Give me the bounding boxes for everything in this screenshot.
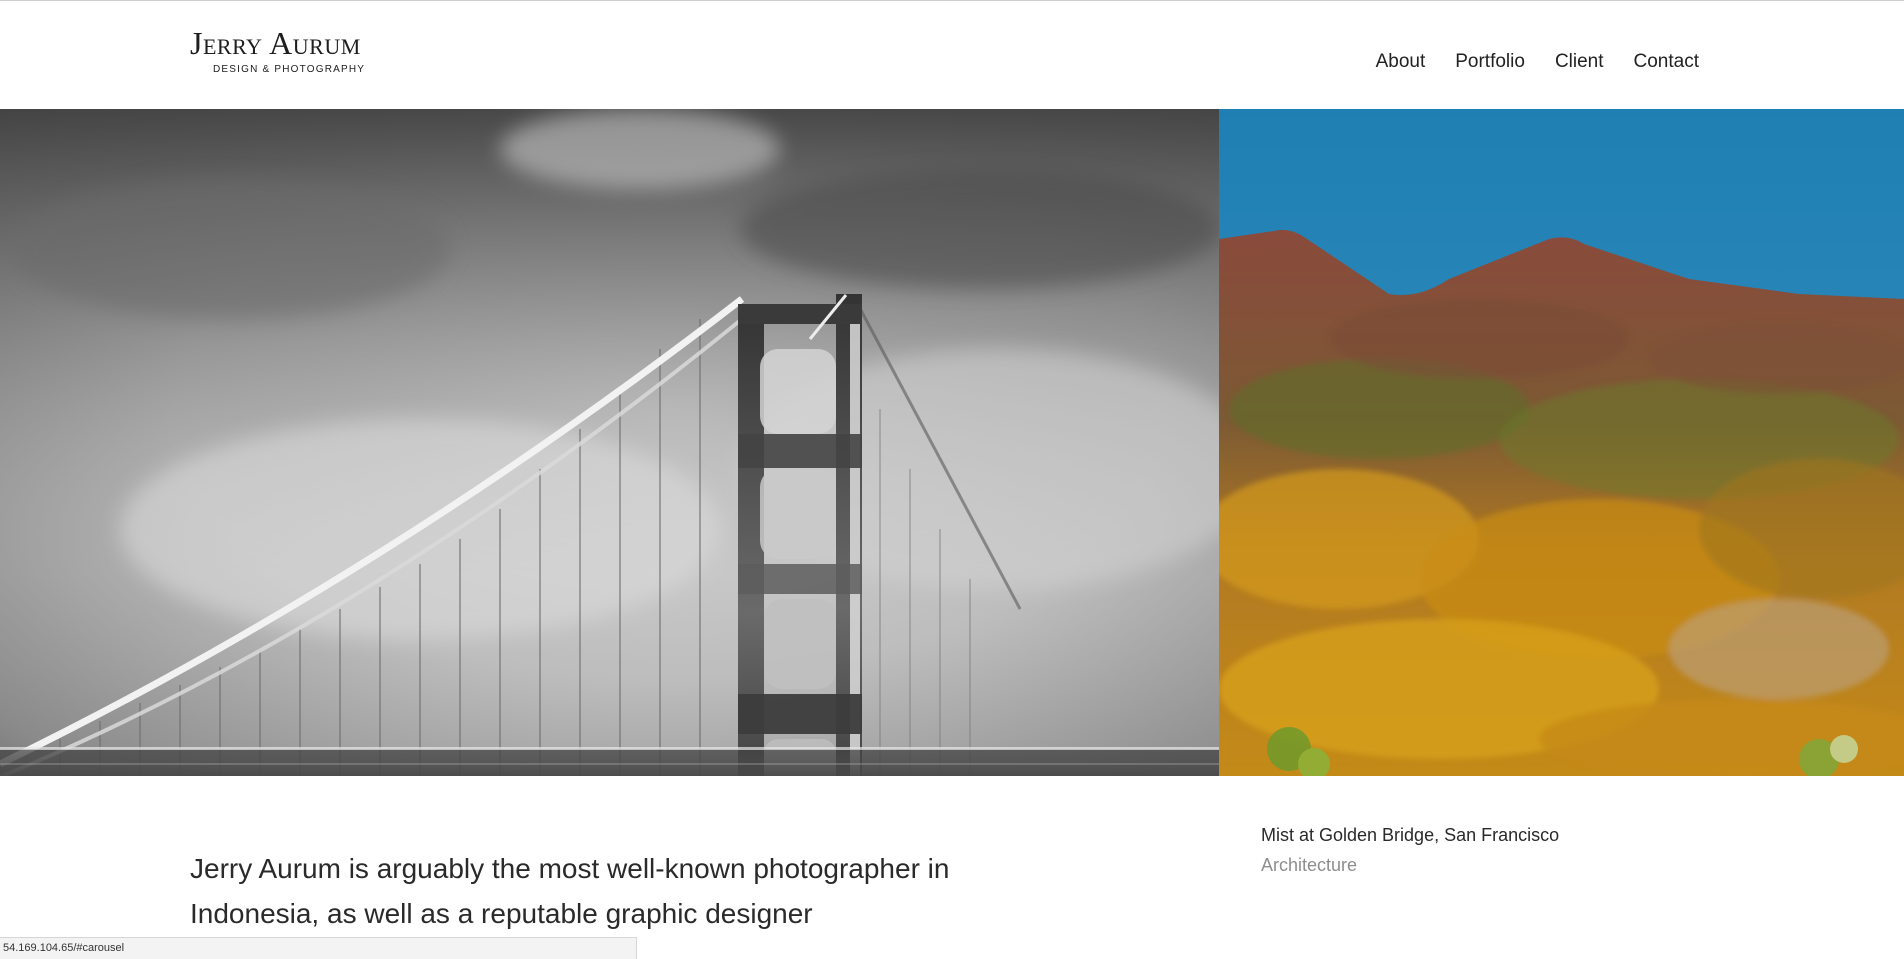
caption-category[interactable]: Architecture <box>1261 850 1681 880</box>
site-logo[interactable]: Jerry Aurum DESIGN & PHOTOGRAPHY <box>190 25 400 76</box>
carousel-slide-bridge[interactable] <box>0 109 1219 776</box>
logo-name: Jerry Aurum <box>190 25 361 61</box>
nav-about[interactable]: About <box>1376 50 1426 74</box>
intro-tagline: Jerry Aurum is arguably the most well-kn… <box>190 853 950 929</box>
nav-portfolio[interactable]: Portfolio <box>1455 50 1525 74</box>
slide-caption: Mist at Golden Bridge, San Francisco Arc… <box>1261 820 1681 880</box>
site-header: Jerry Aurum DESIGN & PHOTOGRAPHY About P… <box>0 1 1904 109</box>
browser-status-bar: 54.169.104.65/#carousel <box>0 937 637 959</box>
logo-tagline: DESIGN & PHOTOGRAPHY <box>213 64 366 75</box>
page: Jerry Aurum DESIGN & PHOTOGRAPHY About P… <box>0 0 1904 959</box>
autumn-mountain-photo <box>1219 109 1904 776</box>
carousel-slide-mountain[interactable] <box>1219 109 1904 776</box>
nav-client[interactable]: Client <box>1555 50 1604 74</box>
carousel[interactable] <box>0 109 1904 776</box>
caption-title: Mist at Golden Bridge, San Francisco <box>1261 825 1560 845</box>
golden-bridge-in-fog-photo <box>0 109 1219 776</box>
main-nav: About Portfolio Client Contact <box>1376 50 1699 74</box>
nav-contact[interactable]: Contact <box>1634 50 1699 74</box>
